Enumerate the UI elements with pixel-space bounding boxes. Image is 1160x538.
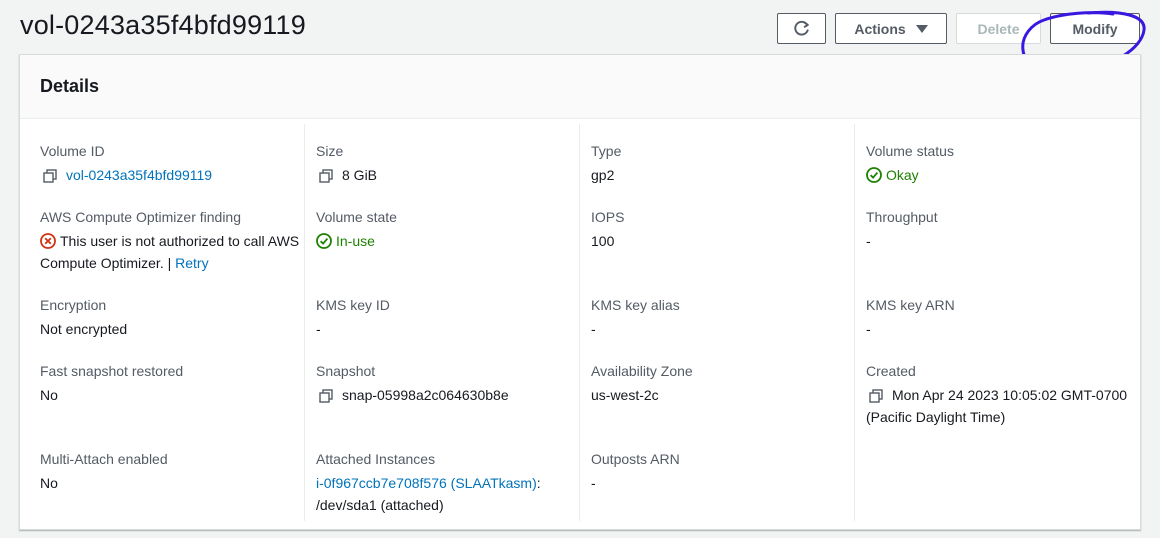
kms-key-alias-value: -: [591, 321, 596, 337]
details-column-2: Size 8 GiB Volume state In-use KMS key I…: [304, 124, 579, 521]
check-circle-icon: [866, 167, 882, 183]
kms-key-alias-field: KMS key alias -: [591, 294, 854, 340]
snapshot-field: Snapshot snap-05998a2c064630b8e: [316, 360, 579, 406]
volume-details-page: vol-0243a35f4bfd99119 Actions Delete Mod…: [0, 0, 1160, 538]
retry-link[interactable]: Retry: [175, 255, 208, 271]
encryption-value: Not encrypted: [40, 321, 128, 337]
fast-snapshot-value: No: [40, 387, 58, 403]
snapshot-label: Snapshot: [316, 363, 376, 379]
iops-field: IOPS 100: [591, 206, 854, 252]
copy-icon[interactable]: [319, 389, 333, 403]
multi-attach-value: No: [40, 475, 58, 491]
created-field: Created Mon Apr 24 2023 10:05:02 GMT-070…: [866, 360, 1140, 428]
details-heading: Details: [40, 76, 100, 96]
details-grid: Volume ID vol-0243a35f4bfd99119 AWS Comp…: [20, 119, 1140, 521]
outposts-arn-value: -: [591, 475, 596, 491]
outposts-arn-label: Outposts ARN: [591, 451, 680, 467]
copy-icon[interactable]: [319, 169, 333, 183]
size-label: Size: [316, 143, 344, 159]
attached-instances-label: Attached Instances: [316, 451, 436, 467]
details-column-4: Volume status Okay Throughput - KMS key …: [854, 124, 1140, 521]
size-value: 8 GiB: [342, 167, 378, 183]
availability-zone-label: Availability Zone: [591, 363, 693, 379]
multi-attach-label: Multi-Attach enabled: [40, 451, 168, 467]
snapshot-value: snap-05998a2c064630b8e: [342, 387, 509, 403]
actions-label: Actions: [854, 20, 906, 37]
details-column-3: Type gp2 IOPS 100 KMS key alias - Availa…: [579, 124, 854, 521]
kms-key-arn-label: KMS key ARN: [866, 297, 955, 313]
kms-key-alias-label: KMS key alias: [591, 297, 680, 313]
instance-link[interactable]: i-0f967ccb7e708f576 (SLAATkasm): [316, 475, 537, 491]
details-column-1: Volume ID vol-0243a35f4bfd99119 AWS Comp…: [40, 124, 304, 521]
type-value: gp2: [591, 167, 615, 183]
attached-instances-field: Attached Instances i-0f967ccb7e708f576 (…: [316, 448, 579, 516]
encryption-field: Encryption Not encrypted: [40, 294, 304, 340]
error-icon: [40, 233, 56, 249]
volume-status-value: Okay: [886, 167, 919, 183]
volume-id-link[interactable]: vol-0243a35f4bfd99119: [66, 167, 212, 183]
multi-attach-field: Multi-Attach enabled No: [40, 448, 304, 494]
created-label: Created: [866, 363, 916, 379]
size-field: Size 8 GiB: [316, 140, 579, 186]
volume-state-value: In-use: [336, 233, 375, 249]
refresh-icon: [794, 20, 809, 36]
modify-button[interactable]: Modify: [1050, 13, 1140, 44]
throughput-value: -: [866, 233, 871, 249]
refresh-button[interactable]: [777, 13, 826, 44]
copy-icon[interactable]: [43, 169, 57, 183]
check-circle-icon: [316, 233, 332, 249]
volume-status-label: Volume status: [866, 143, 954, 159]
availability-zone-value: us-west-2c: [591, 387, 659, 403]
availability-zone-field: Availability Zone us-west-2c: [591, 360, 854, 406]
type-field: Type gp2: [591, 140, 854, 186]
fast-snapshot-field: Fast snapshot restored No: [40, 360, 304, 406]
fast-snapshot-label: Fast snapshot restored: [40, 363, 184, 379]
volume-state-label: Volume state: [316, 209, 397, 225]
caret-down-icon: [915, 24, 928, 33]
kms-key-arn-value: -: [866, 321, 871, 337]
actions-dropdown-button[interactable]: Actions: [835, 13, 947, 44]
kms-key-arn-field: KMS key ARN -: [866, 294, 1140, 340]
delete-button[interactable]: Delete: [956, 13, 1041, 44]
throughput-field: Throughput -: [866, 206, 1140, 252]
page-title: vol-0243a35f4bfd99119: [20, 10, 306, 40]
outposts-arn-field: Outposts ARN -: [591, 448, 854, 494]
volume-id-label: Volume ID: [40, 143, 105, 159]
optimizer-label: AWS Compute Optimizer finding: [40, 209, 241, 225]
encryption-label: Encryption: [40, 297, 107, 313]
kms-key-id-field: KMS key ID -: [316, 294, 579, 340]
volume-id-field: Volume ID vol-0243a35f4bfd99119: [40, 140, 304, 186]
throughput-label: Throughput: [866, 209, 938, 225]
details-panel: Details Volume ID vol-0243a35f4bfd99119 …: [19, 54, 1141, 530]
optimizer-separator: |: [167, 255, 172, 271]
type-label: Type: [591, 143, 622, 159]
created-value: Mon Apr 24 2023 10:05:02 GMT-0700 (Pacif…: [866, 387, 1128, 425]
volume-status-field: Volume status Okay: [866, 140, 1140, 186]
iops-label: IOPS: [591, 209, 625, 225]
details-panel-header: Details: [20, 55, 1140, 119]
iops-value: 100: [591, 233, 615, 249]
optimizer-field: AWS Compute Optimizer finding This user …: [40, 206, 304, 274]
kms-key-id-value: -: [316, 321, 321, 337]
kms-key-id-label: KMS key ID: [316, 297, 390, 313]
volume-state-field: Volume state In-use: [316, 206, 579, 252]
copy-icon[interactable]: [869, 389, 883, 403]
